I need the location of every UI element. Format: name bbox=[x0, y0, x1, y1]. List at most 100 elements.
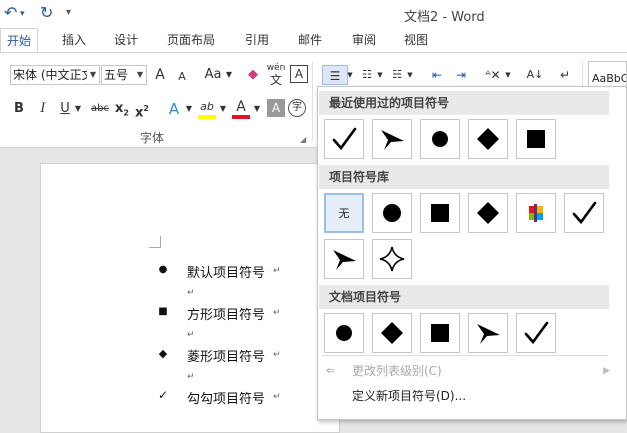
bullet-option-arrowhead[interactable] bbox=[468, 313, 508, 353]
subscript-button[interactable]: x2 bbox=[114, 99, 130, 119]
bold-button[interactable]: B bbox=[12, 99, 26, 119]
enclose-char-button[interactable]: 字 bbox=[288, 99, 306, 117]
check-icon bbox=[572, 201, 597, 225]
phonetic-guide-button[interactable]: wén 文 bbox=[266, 62, 286, 86]
font-name-combo[interactable]: 宋体 (中文正文 ▼ bbox=[10, 65, 100, 85]
decrease-indent-icon[interactable]: ⇤ bbox=[428, 65, 446, 85]
list-item-text: 勾勾项目符号 bbox=[187, 392, 266, 407]
define-new-bullet-item[interactable]: 定义新项目符号(D)... bbox=[318, 383, 618, 409]
bullet-option-arrowhead[interactable] bbox=[324, 239, 364, 279]
document-page[interactable]: ● 默认项目符号 ↵ ↵ ■ 方形项目符号 ↵ ↵ ◆ 菱形项目符号 ↵ ↵ ✓… bbox=[40, 163, 340, 433]
style-preview: AaBbC bbox=[592, 72, 627, 85]
square-icon bbox=[431, 204, 449, 222]
tab-references[interactable]: 引用 bbox=[245, 31, 269, 48]
bullet-check-icon: ✓ bbox=[157, 388, 169, 402]
bullets-button[interactable]: ☰ bbox=[322, 65, 348, 85]
strikethrough-button[interactable]: abc bbox=[90, 99, 110, 119]
chevron-down-icon[interactable]: ▼ bbox=[218, 99, 228, 119]
underline-button[interactable]: U bbox=[58, 99, 72, 119]
paragraph-mark: ↵ bbox=[273, 266, 281, 276]
bullet-option-circle[interactable] bbox=[372, 193, 412, 233]
sort-icon[interactable]: A↓ bbox=[525, 65, 545, 85]
group-divider bbox=[312, 61, 313, 141]
highlight-button[interactable]: ab bbox=[198, 97, 216, 119]
font-color-button[interactable]: A bbox=[232, 97, 250, 119]
font-size-combo[interactable]: 五号 ▼ bbox=[101, 65, 147, 85]
bullet-option-diamond[interactable] bbox=[468, 193, 508, 233]
clear-formatting-icon[interactable]: ◆ bbox=[244, 65, 262, 85]
change-case-button[interactable]: Aa bbox=[203, 65, 223, 85]
char-shading-button[interactable]: A bbox=[267, 99, 285, 117]
grow-font-button[interactable]: A bbox=[153, 65, 167, 85]
bullet-option-check[interactable] bbox=[324, 119, 364, 159]
show-marks-icon[interactable]: ↵ bbox=[556, 65, 574, 85]
paragraph-mark: ↵ bbox=[273, 392, 281, 402]
chevron-down-icon[interactable]: ▼ bbox=[406, 65, 414, 85]
tab-insert[interactable]: 插入 bbox=[62, 31, 86, 48]
tab-view[interactable]: 视图 bbox=[404, 31, 428, 48]
bullet-option-circle[interactable] bbox=[420, 119, 460, 159]
paragraph-mark: ↵ bbox=[187, 288, 195, 298]
four-point-star-icon bbox=[379, 246, 405, 272]
superscript-mark: 2 bbox=[143, 104, 149, 113]
tab-design[interactable]: 设计 bbox=[114, 31, 138, 48]
chevron-down-icon[interactable]: ▼ bbox=[376, 65, 384, 85]
italic-button[interactable]: I bbox=[36, 99, 50, 119]
bullet-option-square[interactable] bbox=[420, 313, 460, 353]
chevron-down-icon[interactable]: ▼ bbox=[87, 66, 99, 84]
bullet-option-diamond[interactable] bbox=[468, 119, 508, 159]
bullet-option-check[interactable] bbox=[564, 193, 604, 233]
submenu-arrow-icon: ▶ bbox=[603, 366, 610, 376]
tab-review[interactable]: 审阅 bbox=[352, 31, 376, 48]
bullet-option-star[interactable] bbox=[372, 239, 412, 279]
chevron-down-icon[interactable]: ▼ bbox=[134, 66, 146, 84]
bullet-option-arrowhead[interactable] bbox=[372, 119, 412, 159]
paragraph-mark: ↵ bbox=[273, 350, 281, 360]
multilevel-list-icon[interactable]: ☵ bbox=[388, 65, 406, 85]
tab-page-layout[interactable]: 页面布局 bbox=[167, 31, 215, 48]
font-size-value: 五号 bbox=[104, 68, 129, 82]
bullet-option-diamond[interactable] bbox=[372, 313, 412, 353]
change-list-level-item[interactable]: ⇐ 更改列表级别(C) ▶ bbox=[318, 358, 618, 384]
chevron-down-icon[interactable]: ▼ bbox=[252, 99, 262, 119]
tab-mailings[interactable]: 邮件 bbox=[298, 31, 322, 48]
chevron-down-icon[interactable]: ▼ bbox=[346, 65, 354, 85]
bullet-option-multicolor[interactable] bbox=[516, 193, 556, 233]
chevron-down-icon[interactable]: ▼ bbox=[224, 65, 234, 85]
chevron-down-icon[interactable]: ▼ bbox=[73, 99, 83, 119]
shrink-font-button[interactable]: A bbox=[176, 67, 188, 87]
superscript-button[interactable]: x2 bbox=[134, 99, 150, 120]
bullet-option-square[interactable] bbox=[516, 119, 556, 159]
highlight-label: ab bbox=[200, 100, 214, 113]
undo-icon[interactable]: ↶ bbox=[4, 3, 17, 22]
increase-indent-icon[interactable]: ⇥ bbox=[452, 65, 470, 85]
chinese-layout-icon[interactable]: ᴬ✕ bbox=[482, 65, 504, 85]
char-border-icon[interactable]: A bbox=[290, 65, 308, 83]
bullet-option-circle[interactable] bbox=[324, 313, 364, 353]
redo-icon[interactable]: ↻ bbox=[40, 3, 53, 22]
bullet-library-dropdown: 最近使用过的项目符号 项目符号库 无 文档项目符号 ⇐ 更改列表级别(C) ▶ … bbox=[317, 86, 627, 420]
diamond-icon bbox=[477, 128, 499, 150]
font-color-bar bbox=[232, 115, 250, 119]
chevron-down-icon[interactable]: ▼ bbox=[184, 99, 194, 119]
subscript-mark: 2 bbox=[123, 108, 129, 118]
ribbon-tabs: 开始 插入 设计 页面布局 引用 邮件 审阅 视图 bbox=[0, 28, 627, 53]
undo-dropdown-icon[interactable]: ▾ bbox=[20, 9, 25, 19]
bullet-option-none[interactable]: 无 bbox=[324, 193, 364, 233]
arrowhead-icon bbox=[333, 250, 356, 270]
menu-divider bbox=[322, 355, 608, 356]
tab-home[interactable]: 开始 bbox=[0, 28, 39, 53]
numbering-icon[interactable]: ☷ bbox=[358, 65, 376, 85]
bullet-option-square[interactable] bbox=[420, 193, 460, 233]
font-color-label: A bbox=[236, 99, 246, 115]
dialog-launcher-icon[interactable]: ◢ bbox=[300, 135, 306, 144]
chevron-down-icon[interactable]: ▼ bbox=[504, 65, 512, 85]
list-item-text: 方形项目符号 bbox=[187, 308, 266, 323]
bullet-option-check[interactable] bbox=[516, 313, 556, 353]
diamond-icon bbox=[477, 202, 499, 224]
check-icon bbox=[332, 127, 357, 151]
text-effects-button[interactable]: A bbox=[166, 99, 182, 119]
paragraph-mark: ↵ bbox=[187, 372, 195, 382]
customize-quick-access-icon[interactable]: ▾ bbox=[66, 7, 71, 18]
bullet-circle-icon: ● bbox=[158, 264, 168, 275]
